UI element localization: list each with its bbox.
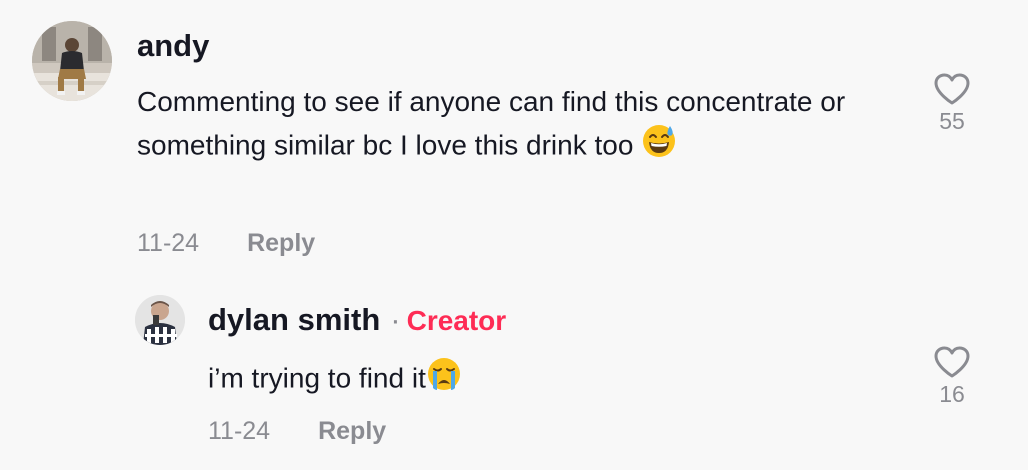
avatar[interactable] <box>135 295 185 345</box>
comment-text-content: Commenting to see if anyone can find thi… <box>137 86 846 161</box>
like-count: 16 <box>939 381 965 407</box>
avatar-photo-icon <box>135 295 185 345</box>
heart-icon <box>934 73 970 105</box>
reply-item: dylan smith · Creator i’m trying to find i… <box>0 280 1028 470</box>
comment-meta: 11-24 Reply <box>137 229 315 258</box>
heart-icon <box>934 346 970 378</box>
comment-date: 11-24 <box>137 229 200 257</box>
like-button[interactable]: 16 <box>922 345 982 408</box>
separator-dot: · <box>390 302 401 337</box>
comment-item: andy Commenting to see if anyone can fin… <box>0 0 1028 280</box>
reply-text-content: i’m trying to find it <box>208 362 426 394</box>
creator-badge: Creator <box>406 305 507 336</box>
comment-username[interactable]: andy <box>137 28 209 64</box>
reply-username-row: dylan smith · Creator <box>208 302 506 338</box>
reply-text: i’m trying to find it <box>208 356 908 404</box>
reply-button[interactable]: Reply <box>247 229 315 257</box>
avatar-photo-icon <box>32 21 112 101</box>
grinning-face-with-sweat-icon <box>641 123 677 171</box>
reply-username[interactable]: dylan smith <box>208 302 380 337</box>
comment-text: Commenting to see if anyone can find thi… <box>137 80 877 171</box>
like-count: 55 <box>939 108 965 134</box>
reply-button[interactable]: Reply <box>318 417 386 445</box>
avatar[interactable] <box>32 21 112 101</box>
reply-date: 11-24 <box>208 417 271 445</box>
reply-meta: 11-24 Reply <box>208 417 386 446</box>
like-button[interactable]: 55 <box>922 72 982 135</box>
loudly-crying-face-icon <box>426 356 462 404</box>
